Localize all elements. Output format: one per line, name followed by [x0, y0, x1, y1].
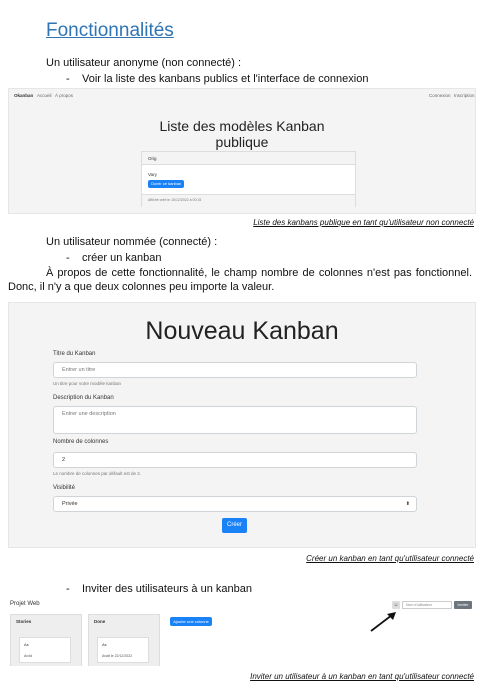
screenshot-new-kanban: Nouveau Kanban Titre du Kanban Entrer un… [8, 302, 476, 548]
columns-input[interactable]: 2 [53, 452, 417, 468]
visibility-label: Visibilité [53, 485, 75, 491]
named-bullet-dash: - [66, 252, 70, 264]
visibility-select[interactable]: Privée ⬍ [53, 496, 417, 512]
card-header: Orig [148, 156, 157, 161]
named-paragraph: À propos de cette fonctionnalité, le cha… [8, 267, 472, 293]
task-detail: Arold [24, 654, 33, 658]
user-icon[interactable]: ☺ [392, 601, 400, 609]
task-title: As [102, 642, 107, 647]
kanban-name-help: Un titre pour votre modèle kanban [53, 381, 122, 386]
column-done: Done As Avatt le 22/12/2022 [88, 614, 160, 666]
task-date: Avatt le 22/12/2022 [102, 654, 133, 658]
visibility-value: Privée [62, 501, 78, 507]
arrow-pointer-icon [370, 612, 396, 632]
invite-button[interactable]: Inviter [454, 601, 472, 609]
task-title: As [24, 642, 29, 647]
project-title: Projet Web [10, 601, 40, 607]
card-footer: Affiché créé le 10/12/2022 à 00:15 [148, 198, 202, 202]
kanban-desc-label: Description du Kanban [53, 395, 114, 401]
title-line-1: Liste des modèles Kanban [159, 118, 325, 134]
column-title: Done [94, 619, 106, 624]
caption-public-list: Liste des kanbans publique en tant qu'ut… [253, 218, 474, 227]
chevron-updown-icon: ⬍ [405, 501, 410, 507]
named-intro: Un utilisateur nommée (connecté) : [46, 236, 218, 248]
column-title: Stories [16, 619, 32, 624]
anon-bullet: Voir la liste des kanbans publics et l'i… [82, 73, 369, 85]
nav-home[interactable]: Accueil [37, 93, 52, 98]
kanban-card: Orig Vary Ouvrir ce kanban Affiché créé … [141, 151, 356, 207]
nav-login[interactable]: Connexion [429, 93, 451, 98]
caption-invite: Inviter un utilisateur à un kanban en ta… [250, 672, 474, 681]
screenshot-invite: Projet Web ☺ Nom d'utilisateur Inviter S… [8, 598, 476, 666]
add-column-button[interactable]: Ajouter une colonne [170, 617, 212, 626]
kanban-name-input[interactable]: Entrer un titre [53, 362, 417, 378]
invite-bullet: Inviter des utilisateurs à un kanban [82, 583, 252, 595]
named-bullet: créer un kanban [82, 252, 162, 264]
kanban-name-label: Titre du Kanban [53, 351, 96, 357]
new-kanban-title: Nouveau Kanban [145, 317, 339, 345]
kanban-desc-textarea[interactable]: Entrer une description [53, 406, 417, 434]
anon-bullet-dash: - [66, 73, 70, 85]
anon-intro: Un utilisateur anonyme (non connecté) : [46, 57, 242, 69]
navbar: Okanban Accueil À propos Connexion Inscr… [9, 89, 475, 101]
public-list-title: Liste des modèles Kanban publique [9, 118, 475, 150]
caption-create-kanban: Créer un kanban en tant qu'utilisateur c… [306, 554, 474, 563]
invite-username-input[interactable]: Nom d'utilisateur [402, 601, 452, 609]
columns-help: Le nombre de colonnes par défault est de… [53, 471, 142, 476]
section-heading: Fonctionnalités [46, 20, 174, 41]
card-header-bar [142, 152, 355, 165]
nav-signup[interactable]: Inscription [454, 93, 475, 98]
invite-bullet-dash: - [66, 583, 70, 595]
create-button[interactable]: Créer [222, 518, 247, 533]
task-card[interactable]: As Avatt le 22/12/2022 [97, 637, 149, 663]
columns-label: Nombre de colonnes [53, 439, 109, 445]
open-kanban-button[interactable]: Ouvrir ce kanban [148, 180, 184, 188]
navbar-brand[interactable]: Okanban [14, 93, 33, 98]
title-line-2: publique [215, 134, 269, 150]
task-card[interactable]: As Arold [19, 637, 71, 663]
column-stories: Stories As Arold [10, 614, 82, 666]
screenshot-public-list: Okanban Accueil À propos Connexion Inscr… [8, 88, 476, 214]
card-body: Vary [148, 172, 157, 177]
nav-about[interactable]: À propos [55, 93, 73, 98]
